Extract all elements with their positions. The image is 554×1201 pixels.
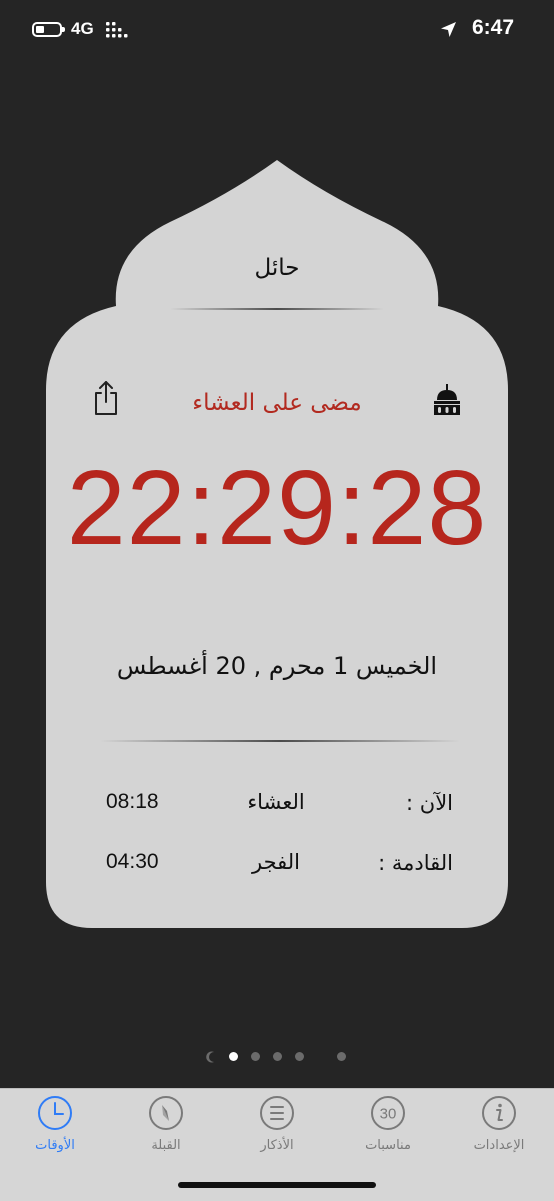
tab-label: الأوقات bbox=[35, 1138, 75, 1153]
share-icon[interactable] bbox=[90, 380, 122, 416]
tab-label: القبلة bbox=[151, 1138, 181, 1153]
next-prayer-time: 04:30 bbox=[106, 850, 159, 873]
current-prayer-label: الآن : bbox=[406, 791, 453, 815]
date-line: الخميس 1 محرم , 20 أغسطس bbox=[116, 652, 438, 680]
home-indicator[interactable] bbox=[178, 1182, 376, 1188]
page-dot[interactable] bbox=[295, 1052, 304, 1061]
tab-qibla[interactable]: القبلة bbox=[111, 1093, 221, 1163]
page-dot[interactable] bbox=[251, 1052, 260, 1061]
page-dot[interactable] bbox=[273, 1052, 282, 1061]
thirty-icon-text: 30 bbox=[380, 1106, 397, 1123]
page-indicator[interactable] bbox=[205, 1050, 350, 1064]
mosque-icon[interactable] bbox=[432, 384, 462, 416]
thirty-icon: 30 bbox=[371, 1096, 405, 1130]
date-divider bbox=[100, 740, 460, 742]
tab-settings[interactable]: الإعدادات bbox=[444, 1093, 554, 1163]
elapsed-timer: 22:29:28 bbox=[66, 449, 488, 567]
page-dot[interactable] bbox=[337, 1052, 346, 1061]
tab-azkar[interactable]: الأذكار bbox=[222, 1093, 332, 1163]
list-icon bbox=[260, 1096, 294, 1130]
info-icon bbox=[482, 1096, 516, 1130]
city-divider bbox=[170, 308, 384, 310]
clock-icon bbox=[38, 1096, 72, 1130]
tab-label: الأذكار bbox=[260, 1138, 294, 1153]
since-prayer-label: مضى على العشاء bbox=[192, 390, 362, 416]
next-prayer-name: الفجر bbox=[252, 850, 300, 874]
tab-times[interactable]: الأوقات bbox=[0, 1093, 110, 1163]
prayer-card: حائل مضى على العشاء 22:29:28 الخميس 1 مح… bbox=[0, 0, 554, 1000]
city-name: حائل bbox=[254, 255, 300, 281]
tab-occasions[interactable]: 30 مناسبات bbox=[333, 1093, 443, 1163]
compass-icon bbox=[149, 1096, 183, 1130]
next-prayer-label: القادمة : bbox=[378, 851, 453, 875]
current-prayer-time: 08:18 bbox=[106, 790, 159, 813]
tab-label: مناسبات bbox=[365, 1138, 411, 1153]
moon-icon bbox=[206, 1051, 214, 1063]
tab-label: الإعدادات bbox=[473, 1138, 525, 1153]
page-dot[interactable] bbox=[229, 1052, 238, 1061]
current-prayer-name: العشاء bbox=[247, 790, 305, 814]
